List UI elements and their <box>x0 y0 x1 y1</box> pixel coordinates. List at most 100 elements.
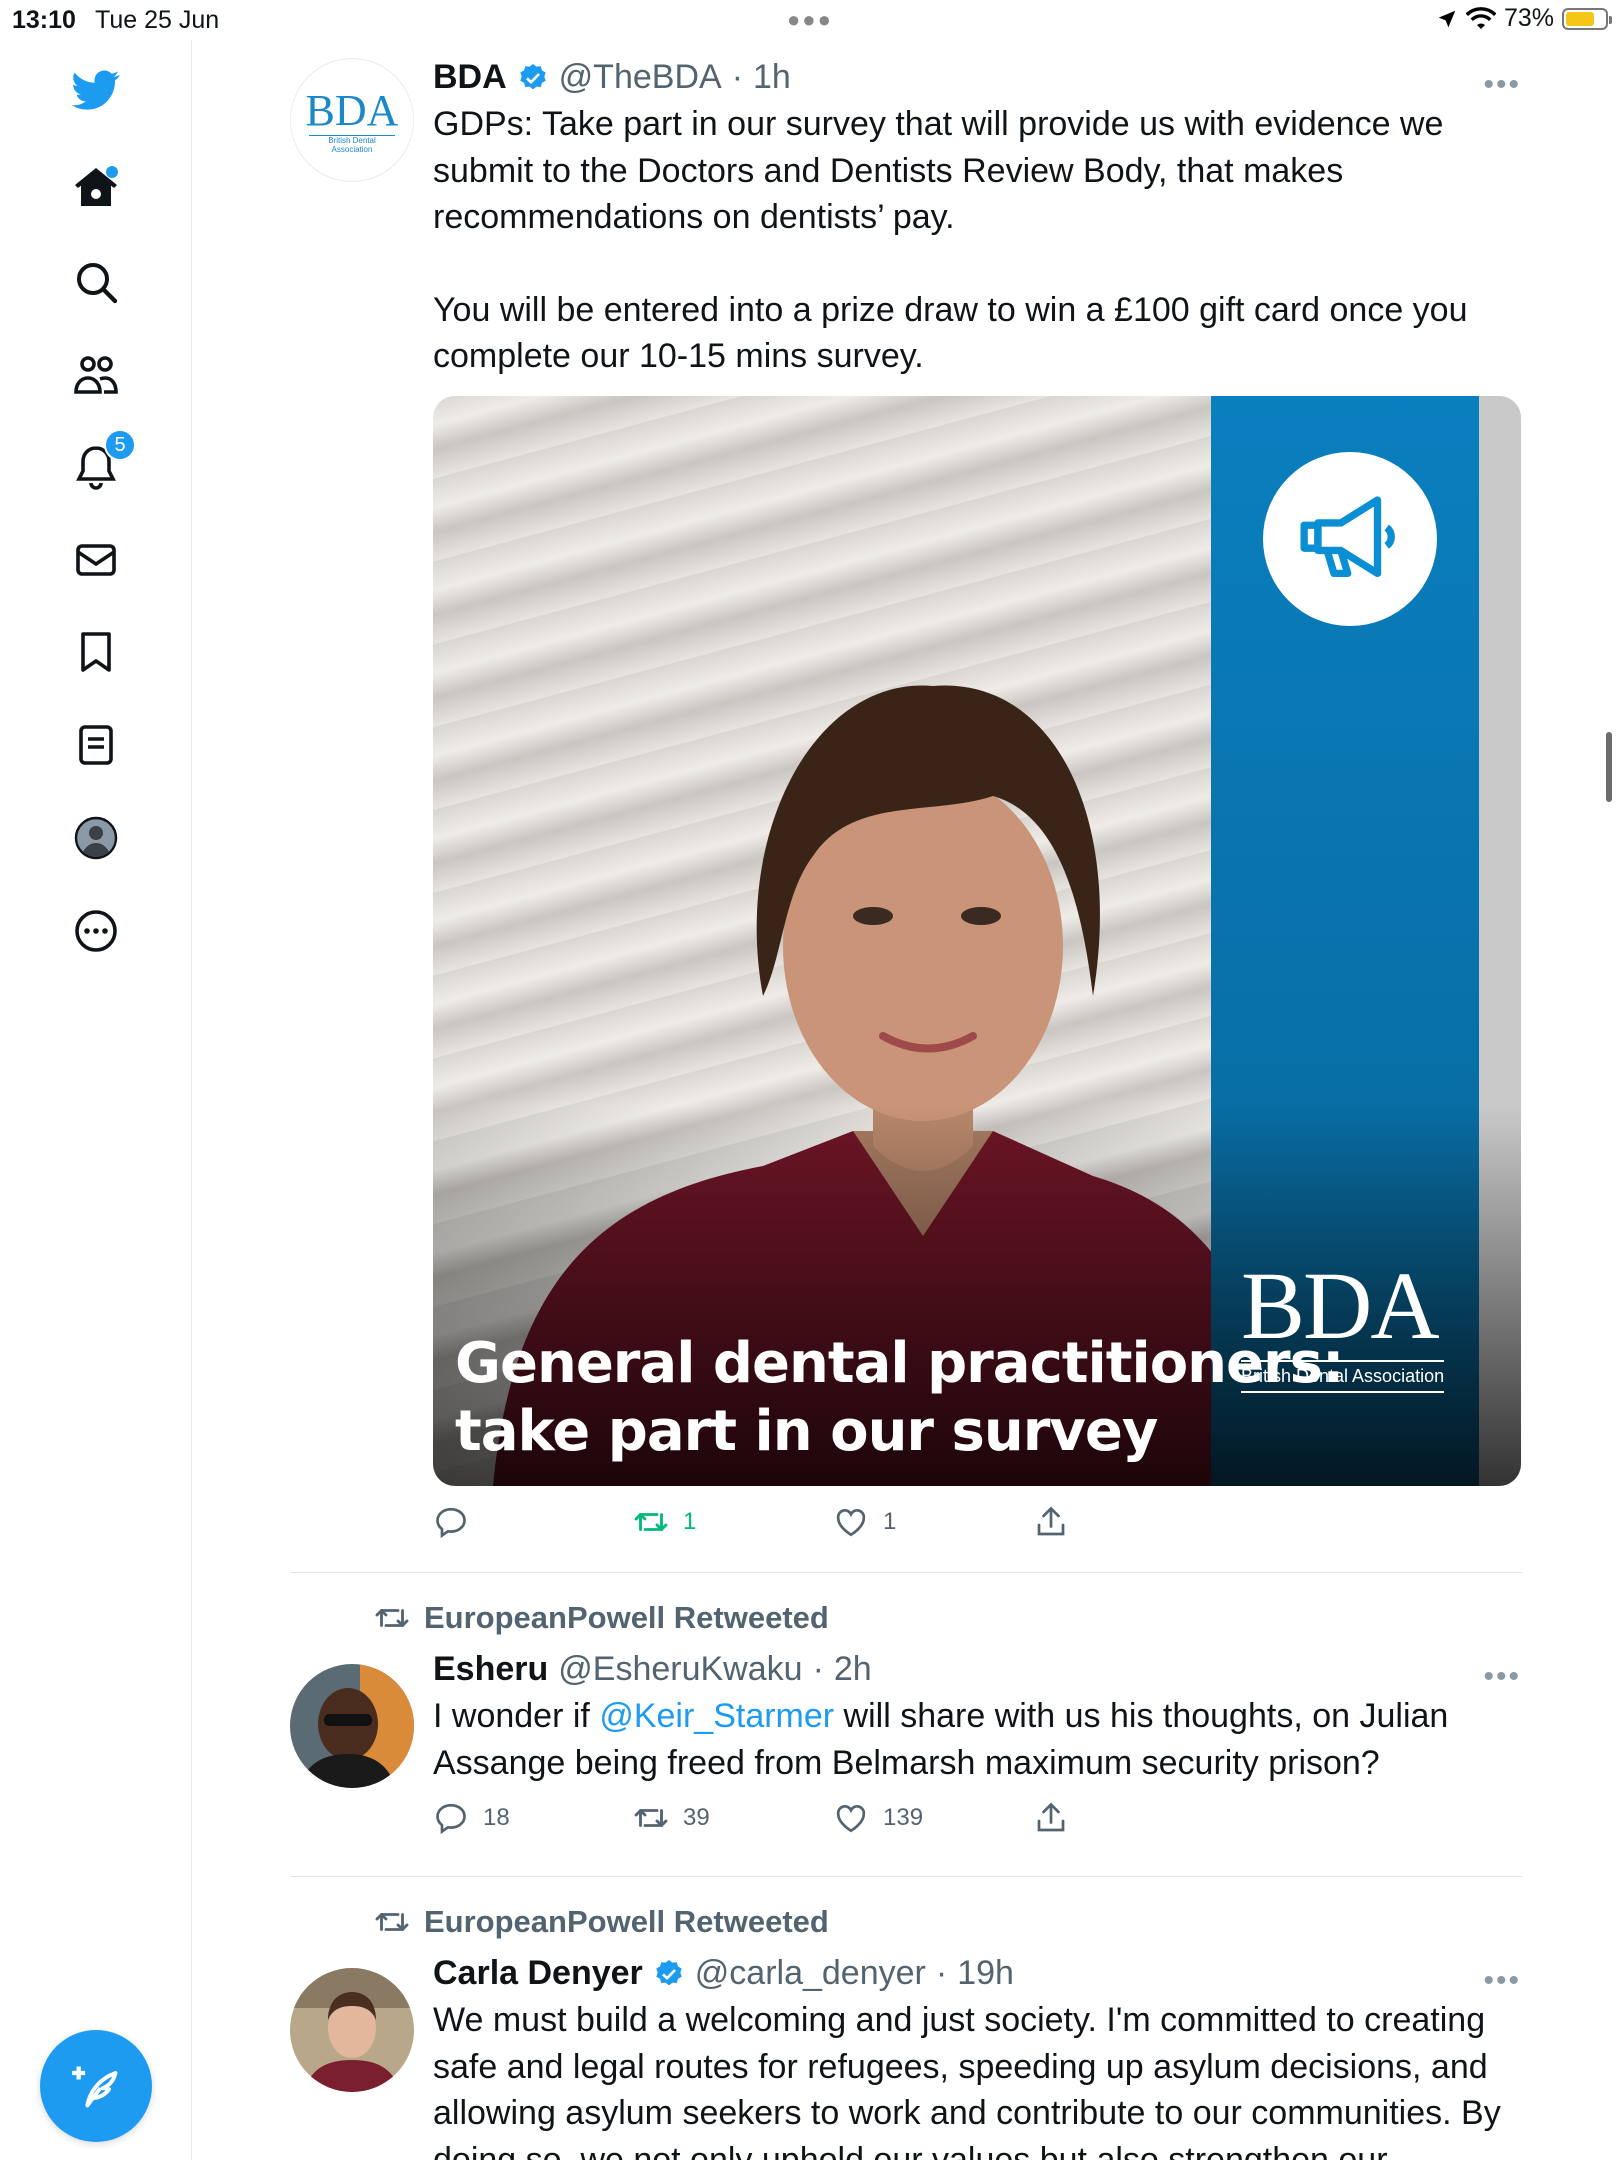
retweeted-by-label: EuropeanPowell Retweeted <box>424 1600 829 1635</box>
notifications-badge: 5 <box>104 429 136 461</box>
tweet-text: I wonder if @Keir_Starmer will share wit… <box>433 1693 1513 1786</box>
heart-icon <box>836 1508 866 1536</box>
retweet-count: 1 <box>683 1507 697 1535</box>
nav-home[interactable] <box>66 158 126 218</box>
megaphone-icon <box>1263 451 1437 626</box>
status-bar: 13:10 Tue 25 Jun ●●● 73% <box>0 0 1620 40</box>
tweet-text-p1: GDPs: Take part in our survey that will … <box>433 105 1444 236</box>
retweet-icon <box>375 1913 409 1931</box>
retweet-button[interactable]: 1 <box>633 1504 833 1540</box>
compose-tweet-button[interactable] <box>40 2030 152 2142</box>
author-handle[interactable]: @TheBDA <box>559 58 722 97</box>
tweet-divider <box>290 1572 1522 1573</box>
share-icon <box>1037 1506 1065 1535</box>
tweet-header: Carla Denyer @carla_denyer · 19h <box>433 1954 1014 1993</box>
tweet-divider <box>290 1876 1522 1877</box>
share-button[interactable] <box>1033 1800 1233 1836</box>
image-headline-line1: General dental practitioners: <box>455 1330 1344 1396</box>
bda-image-logo-text: BDA <box>1241 1251 1440 1359</box>
bda-avatar-logo-sub: British Dental Association <box>309 135 395 154</box>
reply-icon <box>436 1803 466 1835</box>
reply-button[interactable]: 18 <box>433 1800 633 1836</box>
bda-image-logo-sub: British Dental Association <box>1241 1359 1445 1393</box>
verified-badge-icon <box>520 63 546 89</box>
like-count: 1 <box>883 1507 897 1535</box>
lists-icon <box>79 725 113 765</box>
envelope-icon <box>76 544 116 576</box>
more-options-icon[interactable]: ••• <box>1483 1660 1521 1694</box>
share-icon <box>1037 1802 1065 1832</box>
retweet-icon <box>634 1809 668 1827</box>
image-headline-line2: take part in our survey <box>455 1398 1158 1464</box>
tweet-time[interactable]: 1h <box>753 58 791 97</box>
retweet-button[interactable]: 39 <box>633 1800 833 1836</box>
tweet-header: BDA @TheBDA · 1h <box>433 58 791 97</box>
retweet-count: 39 <box>683 1804 710 1831</box>
author-name[interactable]: Carla Denyer <box>433 1954 643 1993</box>
share-button[interactable] <box>1033 1504 1233 1540</box>
heart-icon <box>836 1805 866 1833</box>
author-handle[interactable]: @carla_denyer <box>695 1954 926 1993</box>
bookmark-icon <box>81 632 111 672</box>
nav-bookmarks[interactable] <box>66 622 126 682</box>
retweeted-by[interactable]: EuropeanPowell Retweeted <box>374 1904 829 1940</box>
status-right: 73% <box>1436 4 1612 33</box>
avatar[interactable] <box>290 1664 414 1788</box>
nav-lists[interactable] <box>66 715 126 775</box>
tweet-time[interactable]: 2h <box>834 1650 872 1689</box>
more-circle-icon <box>75 910 117 952</box>
battery-icon <box>1562 7 1612 30</box>
author-handle[interactable]: @EsheruKwaku <box>558 1650 802 1689</box>
verified-badge-icon <box>656 1959 682 1985</box>
author-name[interactable]: BDA <box>433 58 507 97</box>
nav-messages[interactable] <box>66 530 126 590</box>
tweet-header: Esheru @EsheruKwaku · 2h <box>433 1650 872 1689</box>
tweet-text: We must build a welcoming and just socie… <box>433 2001 1501 2160</box>
nav-communities[interactable] <box>66 344 126 404</box>
reply-icon <box>436 1507 466 1538</box>
avatar[interactable] <box>290 1968 414 2092</box>
twitter-bird-icon[interactable] <box>66 60 126 120</box>
tweet-actions: 1 1 <box>433 1498 1513 1546</box>
communities-icon <box>74 356 118 394</box>
tweet-image[interactable]: General dental practitioners: take part … <box>433 395 1521 1486</box>
nav-profile[interactable] <box>66 808 126 868</box>
tweet-time[interactable]: 19h <box>957 1954 1014 1993</box>
bda-image-logo: BDA British Dental Association <box>1241 1251 1445 1393</box>
tweet-text-start: I wonder if <box>433 1697 600 1735</box>
more-options-icon[interactable]: ••• <box>1483 68 1521 102</box>
tweet-content: Carla Denyer @carla_denyer · 19h ••• We … <box>433 1954 1519 2160</box>
nav-more[interactable] <box>66 901 126 961</box>
like-button[interactable]: 139 <box>833 1800 1033 1836</box>
scrollbar-thumb[interactable] <box>1606 732 1612 802</box>
more-options-icon[interactable]: ••• <box>1483 1964 1521 1998</box>
avatar[interactable]: BDA British Dental Association <box>290 58 414 182</box>
nav-notifications[interactable]: 5 <box>66 429 136 497</box>
retweet-icon <box>375 1609 409 1627</box>
tweet-content: BDA @TheBDA · 1h ••• GDPs: Take part in … <box>433 58 1521 1546</box>
like-count: 139 <box>883 1804 924 1831</box>
reply-button[interactable] <box>433 1504 633 1540</box>
timeline-feed: BDA British Dental Association BDA @TheB… <box>192 40 1620 2160</box>
status-time: 13:10 <box>12 6 76 34</box>
mention-link[interactable]: @Keir_Starmer <box>599 1697 834 1735</box>
tweet-actions: 18 39 139 <box>433 1794 1513 1842</box>
location-arrow-icon <box>1438 10 1456 27</box>
author-name[interactable]: Esheru <box>433 1650 548 1689</box>
like-button[interactable]: 1 <box>833 1504 1033 1540</box>
wifi-icon <box>1465 6 1496 29</box>
status-date: Tue 25 Jun <box>95 6 220 34</box>
nav-explore[interactable] <box>66 252 126 312</box>
bda-avatar-logo: BDA <box>305 86 399 135</box>
home-new-dot <box>106 166 118 178</box>
retweeted-by[interactable]: EuropeanPowell Retweeted <box>374 1600 829 1636</box>
tweet-content: Esheru @EsheruKwaku · 2h ••• I wonder if… <box>433 1650 1519 1842</box>
sidebar: 5 <box>0 40 192 2160</box>
search-icon <box>77 263 118 304</box>
tweet-text-p2: You will be entered into a prize draw to… <box>433 290 1468 376</box>
compose-feather-icon <box>72 2066 118 2108</box>
profile-avatar-icon <box>74 816 118 860</box>
battery-percent: 73% <box>1503 4 1554 32</box>
multitasking-dots-icon[interactable]: ●●● <box>787 7 833 33</box>
image-headline: General dental practitioners: take part … <box>455 1330 1344 1466</box>
